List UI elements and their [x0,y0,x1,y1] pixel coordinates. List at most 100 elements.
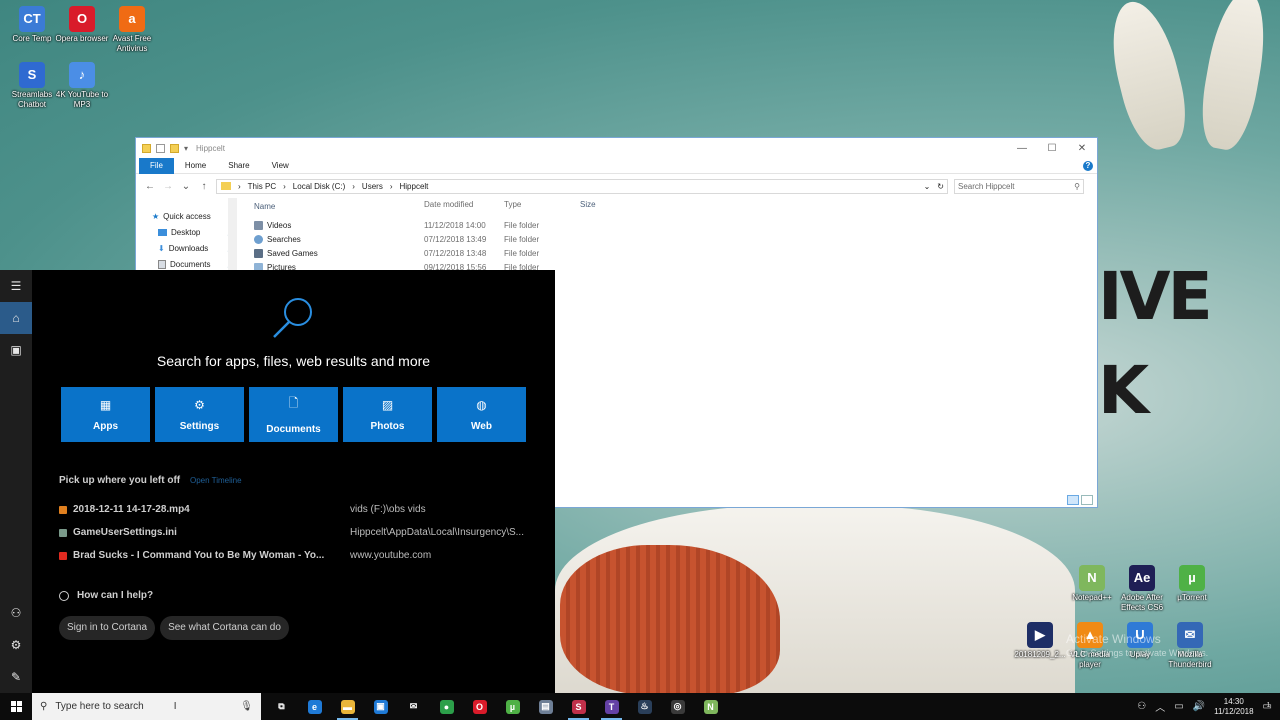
nav-quick-access[interactable]: ★ Quick access [136,208,240,224]
taskbar-app-app-generic[interactable]: ▤ [529,693,562,720]
people-icon[interactable]: ⚇ [1137,701,1146,712]
cortana-circle-icon [59,590,69,601]
taskbar-app-edge[interactable]: e [298,693,331,720]
taskbar-app-file-explorer[interactable]: ▬ [331,693,364,720]
desktop-shortcut[interactable]: N Notepad++ [1064,565,1120,603]
breadcrumb-local-disk[interactable]: Local Disk (C:) [293,182,345,191]
breadcrumb-users[interactable]: Users [362,182,383,191]
address-bar[interactable]: › This PC › Local Disk (C:) › Users › Hi… [216,178,948,194]
taskbar-app-steam[interactable]: ♨ [628,693,661,720]
tab-share[interactable]: Share [217,158,260,174]
address-row: ← → ⌄ ↑ › This PC › Local Disk (C:) › Us… [136,174,1097,198]
notebook-icon[interactable]: ▣ [0,334,32,366]
close-icon[interactable]: ✕ [1067,143,1097,154]
taskbar-app-notepad-plus[interactable]: N [694,693,727,720]
quick-access-dropdown-icon[interactable]: ▾ [184,144,188,153]
twitch-icon: T [604,699,619,714]
forward-arrow-icon[interactable]: → [162,181,174,192]
desktop-shortcut[interactable]: ▶ 20181209_2... [1012,622,1068,660]
show-hidden-icons-icon[interactable]: ︿ [1155,699,1165,714]
start-button[interactable] [0,693,32,720]
app-generic-icon: ▤ [538,699,553,714]
details-view-icon[interactable] [1067,495,1079,505]
column-size[interactable]: Size [580,200,630,212]
column-date-modified[interactable]: Date modified [424,200,504,212]
tile-settings[interactable]: ⚙ Settings [155,387,244,442]
tab-home[interactable]: Home [174,158,217,174]
large-icons-view-icon[interactable] [1081,495,1093,505]
open-timeline-link[interactable]: Open Timeline [190,476,242,485]
breadcrumb-hippcelt[interactable]: Hippcelt [399,182,428,191]
refresh-icon[interactable]: ↻ [937,182,944,191]
notepad-plus-icon: N [703,699,718,714]
nav-desktop[interactable]: Desktop 📌 [136,224,240,240]
help-icon[interactable]: ? [1083,160,1093,171]
minimize-icon[interactable]: — [1007,143,1037,154]
breadcrumb-this-pc[interactable]: This PC [248,182,276,191]
microphone-icon[interactable]: 🎙 [240,701,253,712]
desktop-shortcut[interactable]: Ae Adobe After Effects CS6 [1114,565,1170,613]
tile-photos[interactable]: ▨ Photos [343,387,432,442]
desktop-shortcut[interactable]: ♪ 4K YouTube to MP3 [54,62,110,110]
desktop-shortcut[interactable]: a Avast Free Antivirus [104,6,160,54]
taskbar-app-utorrent[interactable]: µ [496,693,529,720]
address-dropdown-icon[interactable]: ⌄ [924,182,931,191]
explorer-search-input[interactable]: Search Hippcelt ⚲ [954,178,1084,194]
tile-documents[interactable]: 🗋 Documents [249,387,338,442]
back-arrow-icon[interactable]: ← [144,181,156,192]
tab-file[interactable]: File [139,157,174,174]
taskbar-app-obs[interactable]: ◎ [661,693,694,720]
table-row[interactable]: Saved Games 07/12/2018 13:48 File folder [250,246,650,260]
tile-label: Apps [93,420,118,432]
table-row[interactable]: Searches 07/12/2018 13:49 File folder [250,232,650,246]
taskbar-app-task-view[interactable]: ⧉ [265,693,298,720]
file-explorer-icon: ▬ [340,699,355,714]
taskbar-app-store[interactable]: ▣ [364,693,397,720]
taskbar-app-streamlabs-obs[interactable]: S [562,693,595,720]
hamburger-menu-icon[interactable]: ☰ [0,270,32,302]
tab-view[interactable]: View [261,158,300,174]
recent-locations-icon[interactable]: ⌄ [180,181,192,192]
network-icon[interactable]: ▭ [1174,701,1183,712]
home-icon[interactable]: ⌂ [0,302,32,334]
up-arrow-icon[interactable]: ↑ [198,181,210,192]
nav-downloads[interactable]: ⬇ Downloads 📌 [136,240,240,256]
cortana-help-row[interactable]: How can I help? [59,590,153,601]
tile-apps[interactable]: ▦ Apps [61,387,150,442]
saved-games-folder-icon [254,248,263,258]
properties-icon[interactable] [156,143,165,153]
desktop-shortcut[interactable]: O Opera browser [54,6,110,44]
explorer-titlebar[interactable]: ▾ Hippcelt — ☐ ✕ [136,138,1097,158]
desktop-shortcut[interactable]: µ µTorrent [1164,565,1220,603]
edge-icon: e [307,699,322,714]
tile-web[interactable]: ◍ Web [437,387,526,442]
desktop-shortcut[interactable]: S Streamlabs Chatbot [4,62,60,110]
settings-gear-icon[interactable]: ⚙ [0,629,32,661]
maximize-icon[interactable]: ☐ [1037,143,1067,154]
taskbar-app-chrome[interactable]: ● [430,693,463,720]
taskbar-app-twitch[interactable]: T [595,693,628,720]
nav-label: Documents [170,259,211,269]
table-row[interactable]: Videos 11/12/2018 14:00 File folder [250,218,650,232]
column-name[interactable]: Name [250,200,424,212]
notification-center-icon[interactable]: ▭ 1 [1263,701,1272,712]
taskbar-search-input[interactable]: ⚲ Type here to search I 🎙 [32,693,261,720]
list-item[interactable]: GameUserSettings.ini Hippcelt\AppData\Lo… [59,521,529,544]
column-type[interactable]: Type [504,200,580,212]
cortana-features-button[interactable]: See what Cortana can do [160,616,289,640]
videos-folder-icon [254,220,263,230]
sign-in-cortana-button[interactable]: Sign in to Cortana [59,616,156,640]
taskbar-app-opera[interactable]: O [463,693,496,720]
file-name: Searches [267,234,301,244]
taskbar-app-mail[interactable]: ✉ [397,693,430,720]
user-icon[interactable]: ⚇ [0,597,32,629]
navigation-scrollbar[interactable] [228,198,237,270]
clock[interactable]: 14:30 11/12/2018 [1214,697,1253,717]
volume-icon[interactable]: 🔊 [1193,701,1205,712]
list-item[interactable]: 2018-12-11 14-17-28.mp4 vids (F:)\obs vi… [59,498,529,521]
folder-icon [221,182,231,190]
list-item[interactable]: Brad Sucks - I Command You to Be My Woma… [59,544,529,567]
new-folder-icon[interactable] [170,143,179,153]
desktop-shortcut[interactable]: CT Core Temp [4,6,60,44]
feedback-icon[interactable]: ✎ [0,661,32,693]
